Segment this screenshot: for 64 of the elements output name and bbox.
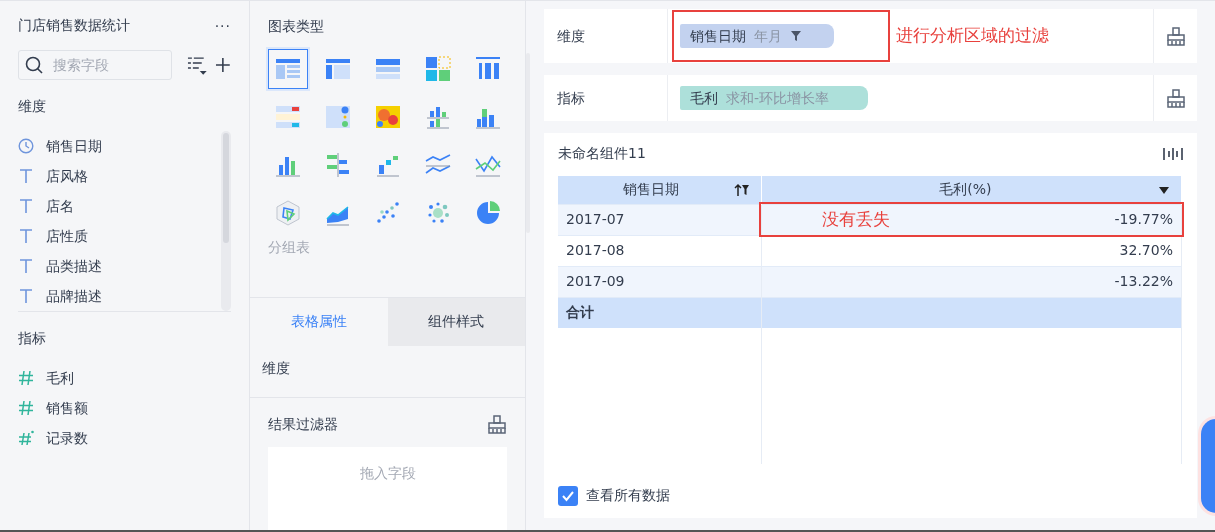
kpi-dots-icon — [324, 103, 352, 131]
component-title: 未命名组件11 — [558, 144, 646, 163]
text-type-icon — [18, 168, 34, 184]
sort-icon[interactable] — [185, 54, 208, 76]
checkbox[interactable] — [558, 485, 578, 506]
hash-icon — [18, 400, 34, 416]
section-title: 维度 — [18, 97, 47, 116]
text-type-icon — [18, 258, 34, 274]
field-item[interactable]: 店名 — [18, 191, 221, 221]
column-header[interactable]: 毛利(%) — [761, 176, 1182, 204]
field-item[interactable]: 店性质 — [18, 221, 221, 251]
field-pill[interactable]: 毛利 求和-环比增长率 — [680, 86, 868, 110]
cell-value: -19.77% — [1114, 210, 1173, 229]
checkbox-label: 查看所有数据 — [586, 486, 670, 505]
panel-title: 图表类型 — [267, 17, 325, 36]
section-title: 维度 — [250, 345, 525, 398]
brush-icon[interactable] — [1165, 88, 1186, 108]
text-type-icon — [18, 288, 34, 304]
text-type-icon — [18, 198, 34, 214]
sidebar-title: 门店销售数据统计 — [18, 16, 130, 35]
chart-type-label: 分组表 — [268, 238, 311, 257]
column-header[interactable]: 销售日期 — [558, 176, 762, 204]
sort-filter-icon[interactable] — [733, 182, 750, 197]
annotation-text: 没有丢失 — [821, 207, 890, 231]
more-button[interactable]: ··· — [214, 18, 231, 33]
tab[interactable]: 组件样式 — [387, 297, 525, 346]
drop-zone: 拖入字段 — [268, 446, 507, 530]
heatmap-icon — [374, 103, 402, 131]
pie-icon — [474, 199, 502, 227]
section-title: 指标 — [18, 329, 47, 348]
color-table-icon — [424, 55, 452, 83]
add-icon[interactable] — [215, 57, 231, 73]
field-pill[interactable]: 销售日期 年月 — [680, 24, 834, 48]
field-item[interactable]: 店风格 — [18, 161, 221, 191]
hash-icon — [18, 430, 34, 446]
hash-icon — [18, 370, 34, 386]
section-title: 结果过滤器 — [268, 414, 338, 434]
table-cell: 32.70% — [761, 235, 1182, 266]
brush-icon[interactable] — [1165, 26, 1186, 46]
field-item[interactable]: 销售日期 — [18, 131, 221, 161]
field-item[interactable]: 品类描述 — [18, 251, 221, 281]
table-cell: 合计 — [558, 297, 762, 328]
chart-type-option[interactable] — [268, 49, 308, 89]
table-cell: 2017-07 — [558, 204, 762, 235]
radar-icon — [274, 199, 302, 227]
clock-icon — [18, 138, 34, 154]
field-item[interactable]: 记录数 — [18, 423, 231, 453]
brush-icon[interactable] — [487, 414, 507, 435]
range-bar-icon — [324, 151, 352, 179]
search-input[interactable]: 搜索字段 — [51, 53, 161, 77]
search-icon — [25, 56, 43, 74]
scrollbar[interactable] — [221, 131, 231, 311]
table-cell: 2017-08 — [558, 235, 762, 266]
kpi-list-icon — [274, 103, 302, 131]
search-field[interactable]: 搜索字段 — [18, 50, 172, 80]
columns-icon[interactable] — [1163, 146, 1183, 161]
field-item[interactable]: 销售额 — [18, 393, 231, 423]
field-item[interactable]: 毛利 — [18, 363, 231, 393]
text-type-icon — [18, 228, 34, 244]
dropdown-icon[interactable] — [1158, 184, 1170, 195]
row-label: 维度 — [557, 26, 585, 46]
row-label: 指标 — [557, 88, 585, 108]
annotation-text: 进行分析区域的过滤 — [896, 24, 1049, 48]
field-item[interactable]: 品牌描述 — [18, 281, 221, 311]
